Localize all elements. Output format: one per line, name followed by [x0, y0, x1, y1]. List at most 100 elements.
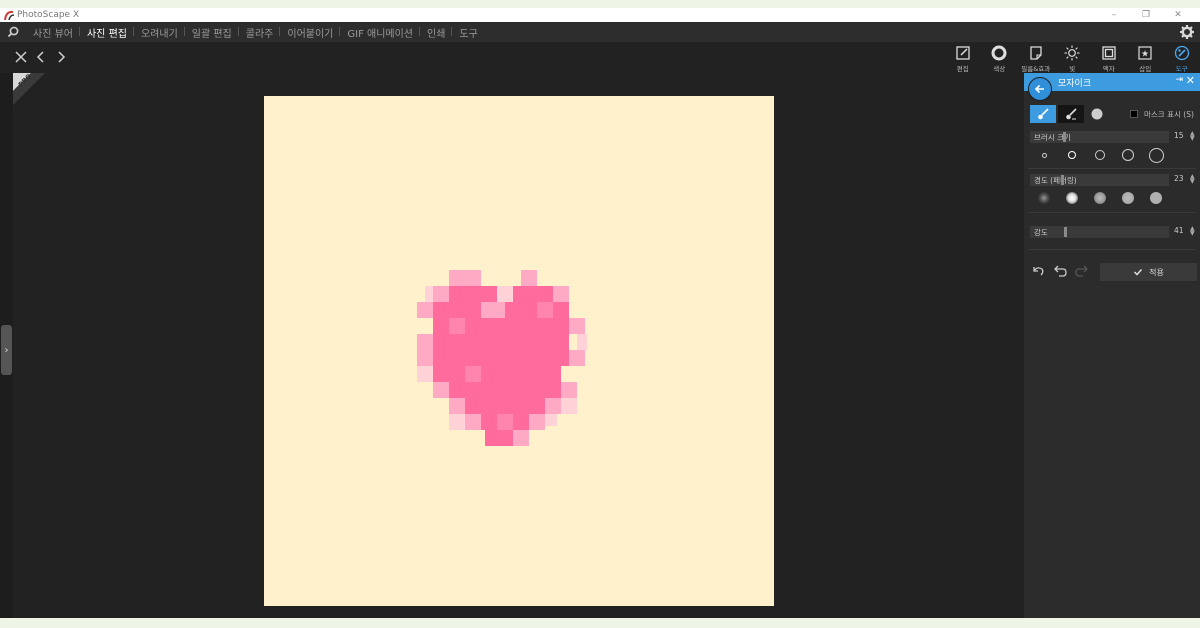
- mosaic-heart: [417, 270, 587, 446]
- tab-tools[interactable]: 도구: [1164, 43, 1200, 73]
- size-preset-3[interactable]: [1095, 150, 1105, 160]
- window-title: PhotoScape X: [17, 10, 80, 20]
- size-preset-2[interactable]: [1068, 151, 1076, 159]
- tab-edit-label: 편집: [956, 65, 969, 73]
- strength-value: 41: [1174, 226, 1184, 235]
- next-image-icon[interactable]: [54, 50, 68, 64]
- size-preset-1[interactable]: [1041, 152, 1047, 158]
- tab-light[interactable]: 빛: [1054, 43, 1091, 73]
- minimize-icon[interactable]: –: [1098, 8, 1130, 22]
- tab-light-label: 빛: [1069, 65, 1076, 73]
- tab-insert-label: 삽입: [1139, 65, 1152, 73]
- hardness-preset-1[interactable]: [1038, 192, 1050, 204]
- section-divider: [1028, 168, 1196, 169]
- brush-size-thumb[interactable]: [1063, 132, 1066, 142]
- editor-toolbar: 편집 색상 필름&효과 빛 액자 ★ 삽입 도구: [0, 42, 1200, 73]
- app-logo-icon: [2, 8, 16, 22]
- menu-combine[interactable]: 이어붙이기: [279, 25, 340, 40]
- redo-icon[interactable]: [1074, 263, 1090, 279]
- menu-cut-out[interactable]: 오려내기: [132, 25, 185, 40]
- image-canvas[interactable]: [264, 96, 774, 606]
- brush-size-stepper[interactable]: ▲ ▼: [1190, 131, 1195, 142]
- pro-badge: PRO: [13, 72, 45, 105]
- close-panel-icon[interactable]: ✕: [1186, 74, 1195, 87]
- mask-checkbox[interactable]: [1130, 110, 1138, 118]
- brush-size-value: 15: [1174, 131, 1184, 140]
- menu-photo-editor[interactable]: 사진 편집: [78, 25, 134, 40]
- hardness-presets: [1030, 190, 1170, 206]
- close-window-icon[interactable]: ✕: [1162, 8, 1194, 22]
- color-icon: [991, 45, 1007, 61]
- strength-stepper[interactable]: ▲ ▼: [1190, 226, 1195, 237]
- side-panel-toggle[interactable]: ›: [1, 325, 12, 375]
- eraser-brush-icon: [1066, 108, 1077, 120]
- size-preset-4[interactable]: [1122, 149, 1134, 161]
- tab-frame[interactable]: 액자: [1091, 43, 1128, 73]
- window-controls: – ❐ ✕: [1098, 8, 1194, 22]
- mosaic-tool-panel: 모자이크 ⇥ ✕ 마스크 표시 (S) 브러시 크기 15 ▲ ▼ 경도 (페더링…: [1024, 73, 1200, 618]
- tools-icon: [1174, 45, 1189, 61]
- eraser-brush-button[interactable]: [1058, 105, 1084, 123]
- restore-icon[interactable]: ❐: [1130, 8, 1162, 22]
- close-image-icon[interactable]: [14, 50, 28, 64]
- tab-color[interactable]: 색상: [981, 43, 1018, 73]
- hardness-preset-4[interactable]: [1122, 192, 1134, 204]
- menu-batch-edit[interactable]: 일괄 편집: [183, 25, 239, 40]
- tab-edit[interactable]: 편집: [945, 43, 982, 73]
- hardness-value: 23: [1174, 174, 1184, 183]
- section-divider: [1028, 212, 1196, 213]
- strength-thumb[interactable]: [1064, 227, 1067, 237]
- menu-tools[interactable]: 도구: [451, 25, 484, 40]
- menu-print[interactable]: 인쇄: [419, 25, 452, 40]
- tab-tools-label: 도구: [1175, 65, 1188, 73]
- image-workspace: PRO ›: [0, 72, 1024, 618]
- brush-icon: [1038, 108, 1049, 120]
- mask-label: 마스크 표시 (S): [1144, 110, 1194, 119]
- hardness-slider[interactable]: 경도 (페더링): [1030, 174, 1169, 186]
- hardness-stepper[interactable]: ▲ ▼: [1190, 174, 1195, 185]
- window-outer-frame-bottom: [0, 618, 1200, 628]
- size-preset-5[interactable]: [1148, 147, 1164, 163]
- tool-tabs: 편집 색상 필름&효과 빛 액자 ★ 삽입 도구: [945, 43, 1200, 73]
- hardness-preset-2[interactable]: [1066, 192, 1078, 204]
- panel-empty-area: [1024, 285, 1200, 618]
- settings-gear-icon[interactable]: [1179, 24, 1195, 40]
- brush-tool-button[interactable]: [1030, 105, 1056, 123]
- search-home-icon[interactable]: [0, 22, 26, 42]
- undo-all-icon[interactable]: [1030, 263, 1046, 279]
- panel-title: 모자이크: [1058, 79, 1092, 89]
- section-divider: [1028, 249, 1196, 250]
- fill-circle-button[interactable]: [1084, 105, 1110, 123]
- title-bar: PhotoScape X – ❐ ✕: [0, 8, 1200, 22]
- pin-icon[interactable]: ⇥: [1175, 75, 1183, 85]
- insert-icon: ★: [1138, 46, 1152, 60]
- tab-film-effects[interactable]: 필름&효과: [1018, 43, 1055, 73]
- history-controls: [1030, 263, 1090, 279]
- brush-size-slider[interactable]: 브러시 크기: [1030, 131, 1169, 143]
- apply-label: 적용: [1149, 267, 1164, 277]
- navigation-controls: [14, 50, 68, 64]
- back-arrow-icon: [1034, 84, 1044, 94]
- brush-size-presets: [1030, 147, 1170, 163]
- tab-frame-label: 액자: [1102, 65, 1115, 73]
- hardness-preset-3[interactable]: [1094, 192, 1106, 204]
- frame-icon: [1102, 46, 1116, 60]
- menu-gif-animation[interactable]: GIF 애니메이션: [339, 25, 420, 40]
- previous-image-icon[interactable]: [34, 50, 48, 64]
- brush-mode-row: [1030, 105, 1110, 123]
- hardness-thumb[interactable]: [1061, 175, 1064, 185]
- hardness-preset-5[interactable]: [1150, 192, 1162, 204]
- apply-button[interactable]: 적용: [1100, 263, 1197, 281]
- undo-icon[interactable]: [1052, 263, 1068, 279]
- menu-photo-viewer[interactable]: 사진 뷰어: [26, 25, 80, 40]
- edit-icon: [956, 46, 970, 60]
- menu-collage[interactable]: 콜라주: [237, 25, 281, 40]
- tab-insert[interactable]: ★ 삽입: [1127, 43, 1164, 73]
- svg-text:★: ★: [1141, 50, 1149, 60]
- circle-icon: [1091, 108, 1103, 120]
- tab-color-label: 색상: [993, 65, 1006, 73]
- heart-mosaic-image: [417, 270, 587, 446]
- back-button[interactable]: [1028, 77, 1052, 101]
- strength-slider[interactable]: 강도: [1030, 226, 1169, 238]
- light-icon: [1064, 45, 1080, 61]
